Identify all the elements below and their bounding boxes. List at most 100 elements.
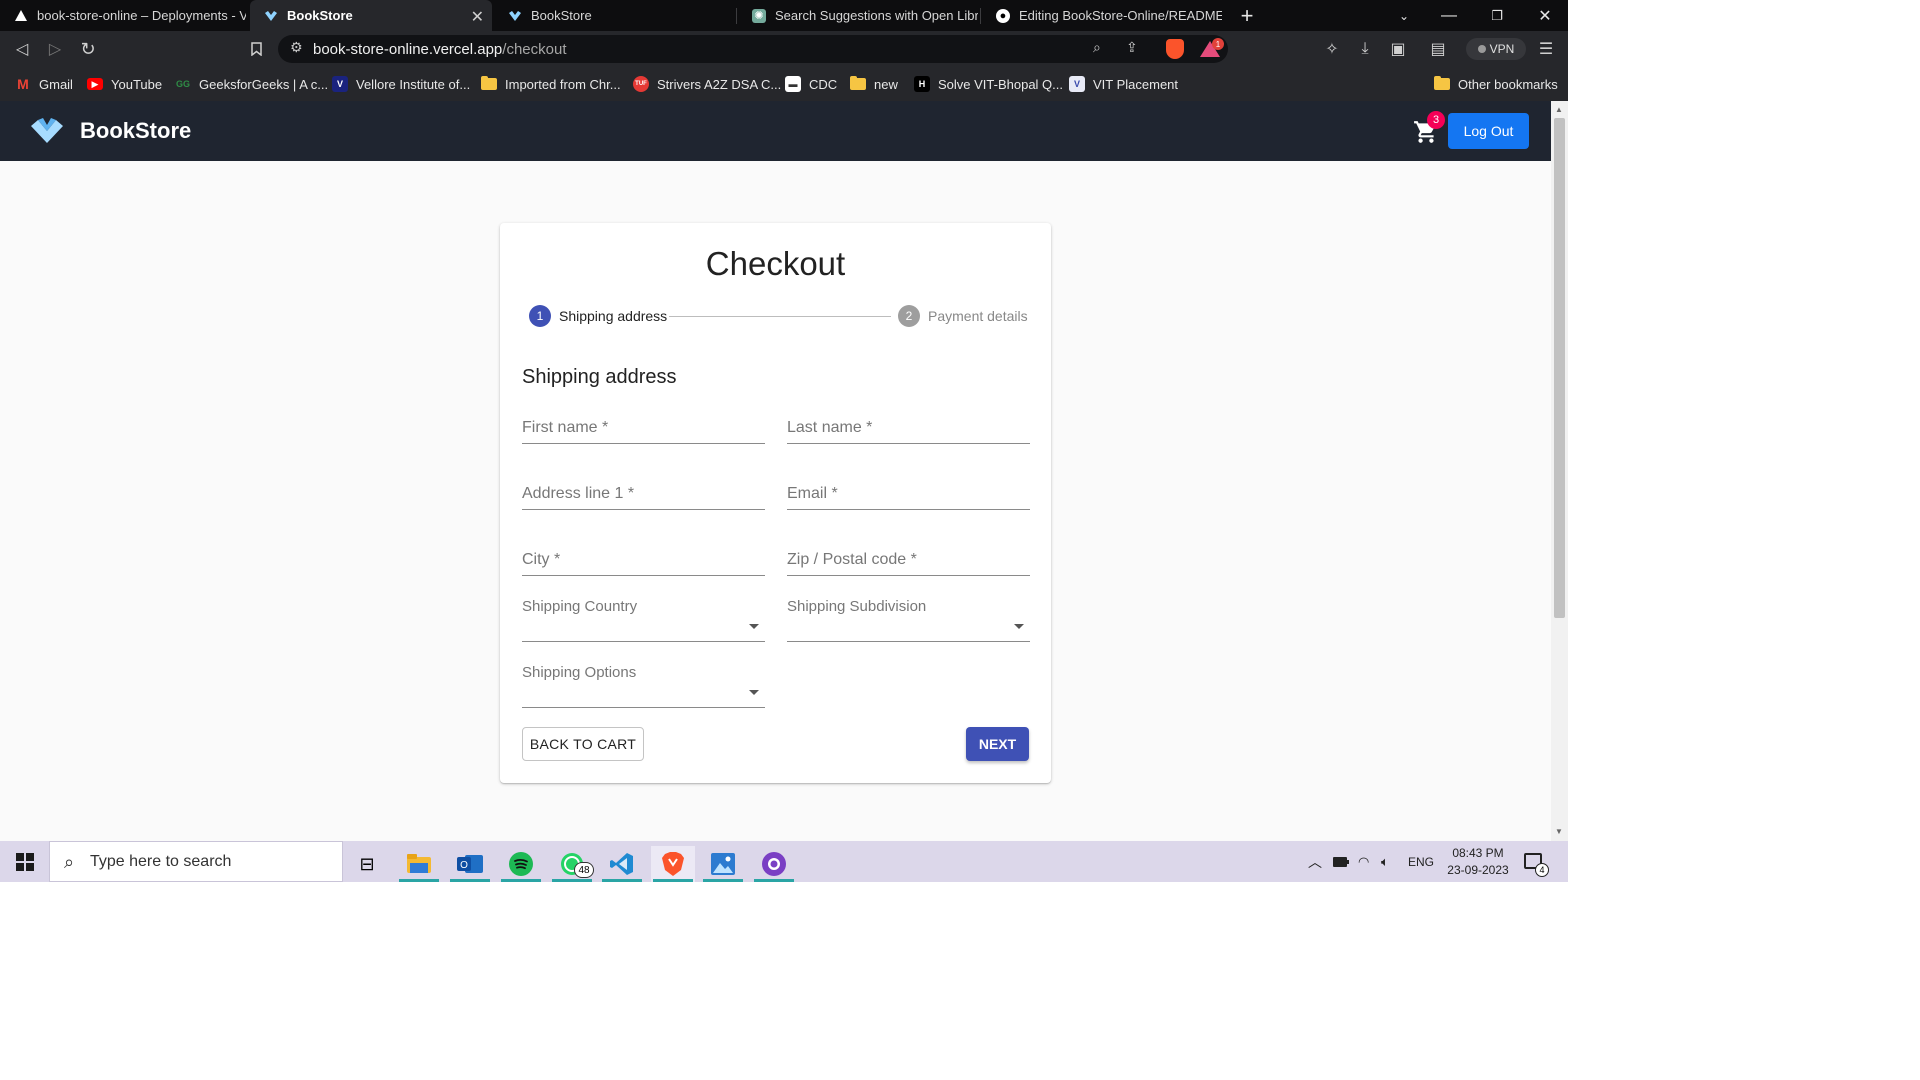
file-explorer-icon[interactable] xyxy=(397,846,441,882)
tab-github-readme[interactable]: ● Editing BookStore-Online/README.md xyxy=(982,0,1222,31)
running-indicator xyxy=(653,879,693,882)
first-name-field[interactable]: First name * xyxy=(522,404,765,444)
bookmark-youtube[interactable]: ▶ YouTube xyxy=(87,74,162,94)
address-line-1-label: Address line 1 * xyxy=(522,485,635,502)
back-to-cart-button[interactable]: BACK TO CART xyxy=(522,727,644,761)
wallet-icon[interactable]: ▤ xyxy=(1428,39,1448,59)
bookmark-geeksforgeeks[interactable]: GG GeeksforGeeks | A c... xyxy=(175,74,328,94)
minimize-icon[interactable]: — xyxy=(1426,0,1472,31)
bookmark-hackerrank[interactable]: H Solve VIT-Bhopal Q... xyxy=(914,74,1063,94)
new-tab-button[interactable]: + xyxy=(1224,0,1270,31)
spotify-icon[interactable] xyxy=(499,846,543,882)
browser-tab-bar: book-store-online – Deployments - Ve Boo… xyxy=(0,0,1568,31)
back-arrow-icon[interactable]: ◁ xyxy=(12,39,32,59)
section-title: Shipping address xyxy=(522,366,677,388)
folder-icon xyxy=(481,76,497,90)
bookmark-imported-folder[interactable]: Imported from Chr... xyxy=(481,74,621,94)
brave-shields-icon[interactable] xyxy=(1166,39,1184,59)
shipping-subdivision-select[interactable] xyxy=(787,602,1030,642)
bookmark-strivers[interactable]: TUF Strivers A2Z DSA C... xyxy=(633,74,781,94)
tuf-icon: TUF xyxy=(633,76,649,92)
tab-deployments[interactable]: book-store-online – Deployments - Ve xyxy=(0,0,246,31)
restore-icon[interactable]: ❐ xyxy=(1474,0,1520,31)
cart-count-badge: 3 xyxy=(1427,111,1445,129)
running-indicator xyxy=(703,879,743,882)
tab-open-library[interactable]: ✺ Search Suggestions with Open Library xyxy=(738,0,978,31)
taskbar-search-input[interactable]: ⌕ Type here to search xyxy=(49,841,343,882)
bookstore-icon xyxy=(508,9,522,23)
brand-name[interactable]: BookStore xyxy=(80,118,191,144)
menu-icon[interactable]: ☰ xyxy=(1536,39,1556,59)
bookmark-other[interactable]: Other bookmarks xyxy=(1434,74,1558,94)
bookstore-logo-icon[interactable] xyxy=(31,117,63,145)
url-path: /checkout xyxy=(502,40,567,58)
last-name-field[interactable]: Last name * xyxy=(787,404,1030,444)
zip-code-field[interactable]: Zip / Postal code * xyxy=(787,536,1030,576)
tab-divider xyxy=(736,8,737,24)
bookmark-cdc[interactable]: ▬ CDC xyxy=(785,74,837,94)
folder-icon xyxy=(850,76,866,90)
whatsapp-icon[interactable]: 48 xyxy=(550,846,594,882)
task-view-icon[interactable]: ⊟ xyxy=(345,846,389,882)
vpn-button[interactable]: VPN xyxy=(1466,38,1526,60)
close-tab-icon[interactable]: ✕ xyxy=(471,7,484,27)
volume-icon[interactable]: 🔈︎ xyxy=(1381,841,1389,882)
shipping-country-select[interactable] xyxy=(522,602,765,642)
show-hidden-icons-icon[interactable]: ︿ xyxy=(1308,841,1322,882)
tab-divider xyxy=(980,8,981,24)
logout-button[interactable]: Log Out xyxy=(1448,113,1529,149)
url-input[interactable]: ⚙ book-store-online.vercel.app/checkout … xyxy=(278,35,1228,63)
bookmark-vit-placement[interactable]: V VIT Placement xyxy=(1069,74,1178,94)
wifi-icon[interactable]: ◠ xyxy=(1358,841,1369,882)
bookmark-label: Imported from Chr... xyxy=(505,76,621,92)
windows-start-icon[interactable] xyxy=(16,853,34,871)
brave-browser-icon[interactable] xyxy=(651,846,695,882)
share-icon[interactable]: ⇪ xyxy=(1126,39,1138,56)
email-field[interactable]: Email * xyxy=(787,470,1030,510)
shipping-options-select[interactable] xyxy=(522,668,765,708)
forward-arrow-icon[interactable]: ▷ xyxy=(45,39,65,59)
system-clock[interactable]: 08:43 PM 23-09-2023 xyxy=(1440,845,1516,879)
battery-icon[interactable] xyxy=(1333,841,1349,882)
zoom-icon[interactable]: ⌕ xyxy=(1093,39,1101,56)
email-label: Email * xyxy=(787,485,838,502)
openai-icon: ✺ xyxy=(752,8,766,23)
language-indicator[interactable]: ENG xyxy=(1408,841,1434,882)
window-close-icon[interactable]: ✕ xyxy=(1522,0,1568,31)
next-button[interactable]: NEXT xyxy=(966,727,1029,761)
address-toolbar: ◁ ▷ ↻ ⚙ book-store-online.vercel.app/che… xyxy=(0,31,1568,67)
svg-text:O: O xyxy=(460,860,468,871)
download-icon[interactable]: ⤓ xyxy=(1355,39,1375,59)
scroll-down-arrow-icon[interactable]: ▼ xyxy=(1555,827,1563,836)
folder-icon xyxy=(1434,76,1450,90)
tab-search-chevron-icon[interactable]: ⌄ xyxy=(1381,0,1427,31)
photos-icon[interactable] xyxy=(701,846,745,882)
bookmark-new-folder[interactable]: new xyxy=(850,74,898,94)
bookmark-vit[interactable]: V Vellore Institute of... xyxy=(332,74,470,94)
stepper-connector xyxy=(669,316,891,317)
bookstore-icon xyxy=(264,9,278,23)
bookmark-label: GeeksforGeeks | A c... xyxy=(199,76,329,92)
chevron-down-icon xyxy=(1014,624,1024,629)
bookmark-icon[interactable] xyxy=(246,39,266,59)
reload-icon[interactable]: ↻ xyxy=(78,39,98,59)
running-indicator xyxy=(399,879,439,882)
github-desktop-icon[interactable] xyxy=(752,846,796,882)
outlook-icon[interactable]: O xyxy=(448,846,492,882)
scroll-up-arrow-icon[interactable]: ▲ xyxy=(1555,105,1563,114)
rewards-badge: 1 xyxy=(1212,38,1224,50)
scrollbar-thumb[interactable] xyxy=(1554,118,1565,618)
site-settings-icon[interactable]: ⚙ xyxy=(290,39,303,56)
url-host: book-store-online.vercel.app xyxy=(313,40,503,58)
tab-bookstore-active[interactable]: BookStore ✕ xyxy=(250,0,492,31)
page-scrollbar[interactable]: ▲ ▼ xyxy=(1551,101,1568,841)
sidebar-icon[interactable]: ▣ xyxy=(1388,39,1408,59)
city-field[interactable]: City * xyxy=(522,536,765,576)
tab-title: book-store-online – Deployments - Ve xyxy=(37,8,246,23)
extensions-icon[interactable]: ✧ xyxy=(1322,39,1342,59)
bookmark-gmail[interactable]: M Gmail xyxy=(15,74,73,94)
tab-bookstore[interactable]: BookStore xyxy=(494,0,734,31)
vscode-icon[interactable] xyxy=(600,846,644,882)
bookmark-label: Other bookmarks xyxy=(1458,76,1558,92)
address-line-1-field[interactable]: Address line 1 * xyxy=(522,470,765,510)
